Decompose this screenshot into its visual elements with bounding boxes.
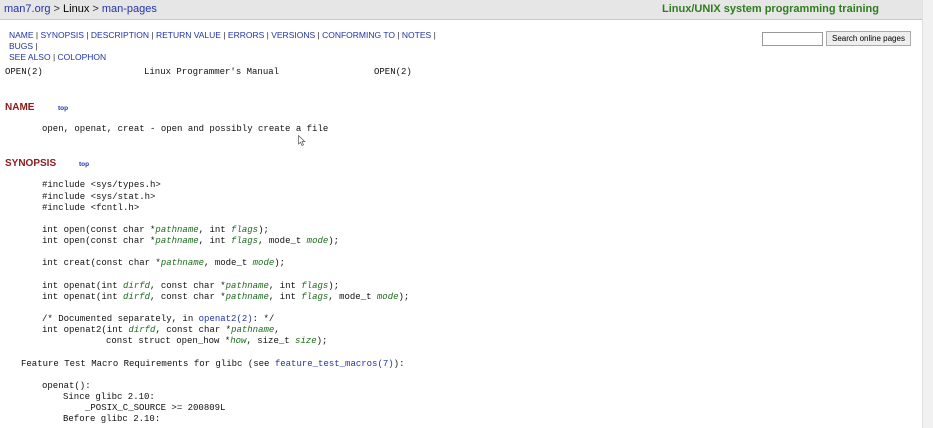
nav-link-colophon[interactable]: COLOPHON: [58, 52, 107, 62]
breadcrumb-separator: >: [50, 3, 64, 15]
include-line: #include <sys/types.h>: [42, 180, 161, 190]
section-heading-synopsis: SYNOPSIS: [5, 158, 57, 169]
include-line: #include <fcntl.h>: [42, 203, 140, 213]
header-right: OPEN(2): [374, 67, 412, 77]
prototype-open-mode: int open(const char *pathname, int flags…: [42, 236, 340, 246]
feature-test-macros-link[interactable]: feature_test_macros(7): [275, 359, 394, 369]
include-line: #include <sys/stat.h>: [42, 192, 156, 202]
nav-link-return-value[interactable]: RETURN VALUE: [156, 30, 221, 40]
nav-link-notes[interactable]: NOTES: [402, 30, 431, 40]
nav-link-conforming-to[interactable]: CONFORMING TO: [322, 30, 395, 40]
prototype-open: int open(const char *pathname, int flags…: [42, 225, 269, 235]
openat2-link[interactable]: openat2(2): [199, 314, 253, 324]
name-description: open, openat, creat - open and possibly …: [42, 124, 329, 134]
nav-link-synopsis[interactable]: SYNOPSIS: [41, 30, 84, 40]
top-bar: man7.org > Linux > man-pages Linux/UNIX …: [0, 0, 933, 20]
prototype-openat: int openat(int dirfd, const char *pathna…: [42, 281, 340, 291]
openat-label: openat():: [42, 381, 91, 391]
mouse-pointer-icon: [298, 135, 306, 146]
posix-c-source: _POSIX_C_SOURCE >= 200809L: [85, 403, 226, 413]
nav-link-errors[interactable]: ERRORS: [228, 30, 264, 40]
before-glibc: Before glibc 2.10:: [63, 414, 161, 424]
nav-link-versions[interactable]: VERSIONS: [271, 30, 315, 40]
top-link[interactable]: top: [58, 105, 68, 112]
nav-link-see-also[interactable]: SEE ALSO: [9, 52, 51, 62]
header-center: Linux Programmer's Manual: [144, 67, 280, 77]
breadcrumb-site-link[interactable]: man7.org: [4, 3, 50, 15]
training-link[interactable]: Linux/UNIX system programming training: [662, 0, 879, 19]
prototype-openat2: int openat2(int dirfd, const char *pathn…: [42, 325, 280, 335]
section-heading-name: NAME: [5, 102, 35, 113]
prototype-openat-mode: int openat(int dirfd, const char *pathna…: [42, 292, 410, 302]
header-left: OPEN(2): [5, 67, 43, 77]
top-link[interactable]: top: [79, 161, 89, 168]
feature-test-macro-line: Feature Test Macro Requirements for glib…: [21, 359, 405, 369]
breadcrumb: man7.org > Linux > man-pages: [4, 0, 157, 19]
section-nav: NAME | SYNOPSIS | DESCRIPTION | RETURN V…: [9, 30, 436, 62]
since-glibc: Since glibc 2.10:: [63, 392, 155, 402]
breadcrumb-separator: >: [89, 3, 102, 15]
nav-link-bugs[interactable]: BUGS: [9, 41, 33, 51]
right-edge-shade: [922, 0, 933, 428]
prototype-creat: int creat(const char *pathname, mode_t m…: [42, 258, 286, 268]
prototype-openat2-cont: const struct open_how *how, size_t size)…: [106, 336, 328, 346]
breadcrumb-linux: Linux: [63, 3, 90, 15]
openat2-comment: /* Documented separately, in openat2(2):…: [42, 314, 275, 324]
nav-link-name[interactable]: NAME: [9, 30, 34, 40]
search-online-pages-button[interactable]: Search online pages: [826, 31, 911, 46]
breadcrumb-manpages-link[interactable]: man-pages: [102, 3, 157, 15]
search-input[interactable]: [762, 32, 823, 46]
nav-link-description[interactable]: DESCRIPTION: [91, 30, 149, 40]
